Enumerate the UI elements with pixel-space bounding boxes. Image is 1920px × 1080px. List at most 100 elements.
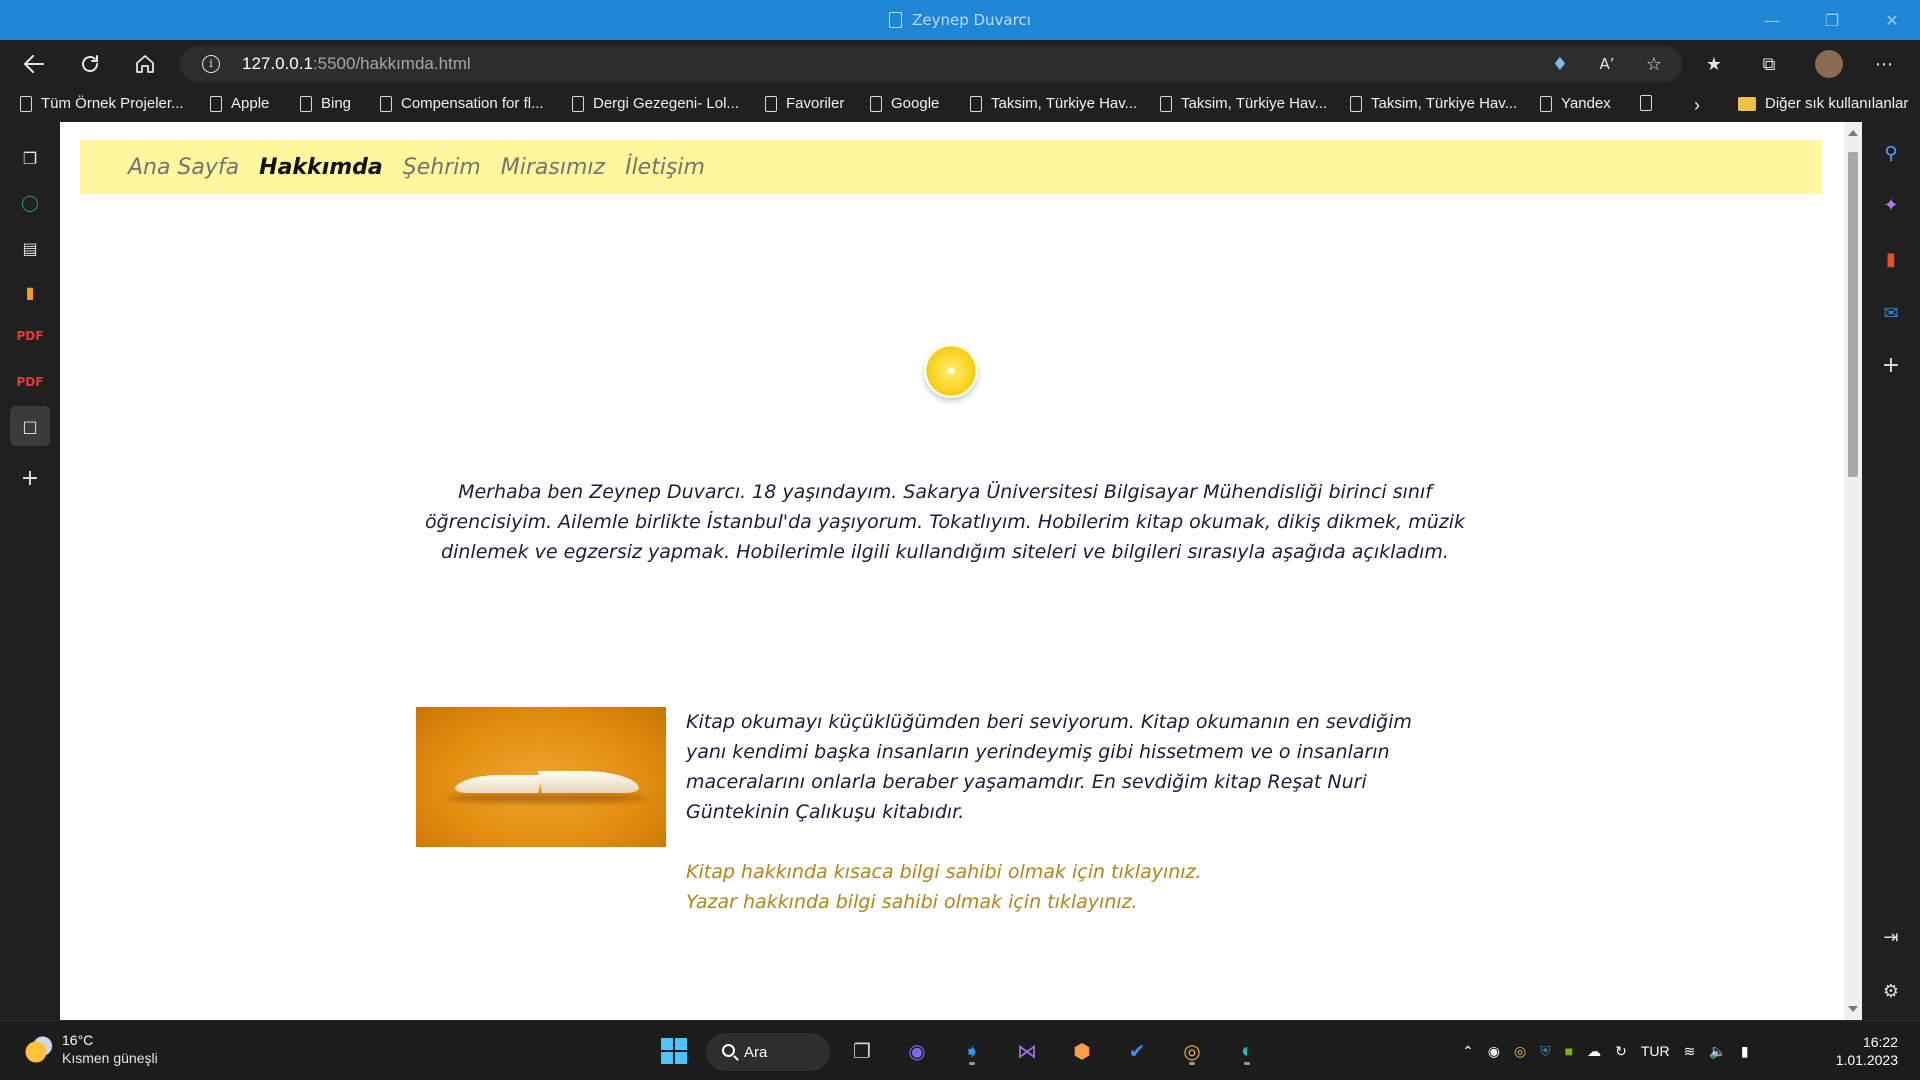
visual-studio-icon[interactable]: ⋈	[1009, 1033, 1045, 1069]
tab-actions-icon[interactable]: ❐	[10, 138, 50, 178]
bookmark-item[interactable]: Taksim, Türkiye Hav...	[1350, 95, 1517, 112]
bookmark-item[interactable]: Yandex	[1540, 95, 1611, 112]
battery-icon[interactable]: ▮	[1741, 1043, 1749, 1060]
refresh-button[interactable]	[70, 48, 110, 80]
nav-link-home[interactable]: Ana Sayfa	[128, 155, 239, 180]
page-icon	[765, 95, 777, 112]
edge-icon[interactable]: ◐	[1229, 1033, 1265, 1069]
chat-icon[interactable]: ◉	[899, 1033, 935, 1069]
search-icon	[722, 1044, 735, 1057]
page-icon	[572, 95, 584, 112]
weather-condition: Kısmen güneşli	[62, 1050, 158, 1066]
bookmark-item[interactable]: Apple	[210, 95, 269, 112]
search-icon[interactable]: ⚲	[1874, 136, 1908, 170]
site-info-icon[interactable]: i	[202, 55, 220, 73]
book-info-link[interactable]: Kitap hakkında kısaca bilgi sahibi olmak…	[686, 857, 1456, 887]
volume-icon[interactable]: 🔈	[1709, 1043, 1726, 1060]
close-button[interactable]: ✕	[1864, 0, 1920, 40]
tray-disc-icon[interactable]: ◎	[1514, 1043, 1526, 1060]
minimize-button[interactable]: —	[1744, 0, 1800, 40]
address-bar[interactable]: i 127.0.0.1:5500/hakkımda.html	[180, 46, 1682, 82]
collections-icon[interactable]: ⧉	[1755, 50, 1783, 78]
language-indicator[interactable]: TUR	[1641, 1043, 1670, 1059]
bookmark-item-untitled[interactable]	[1640, 95, 1652, 111]
task-view-icon[interactable]: ❐	[844, 1033, 880, 1069]
nav-link-about[interactable]: Hakkımda	[259, 155, 383, 180]
chrome-icon[interactable]: ◎	[1174, 1033, 1210, 1069]
tab-pdf-icon[interactable]: PDF	[10, 362, 50, 402]
tab-book-icon[interactable]: ▮	[10, 272, 50, 312]
loading-tab-icon[interactable]: ◯	[10, 182, 50, 222]
chevron-right-icon[interactable]: ›	[1694, 95, 1700, 116]
sync-icon[interactable]: ↻	[1615, 1043, 1627, 1060]
site-nav: Ana Sayfa Hakkımda Şehrim Mirasımız İlet…	[80, 140, 1822, 194]
bookmark-item[interactable]: Dergi Gezegeni- Lol...	[572, 95, 739, 112]
start-button[interactable]	[656, 1033, 692, 1069]
nvidia-icon[interactable]: ■	[1565, 1043, 1573, 1059]
outlook-icon[interactable]: ✉	[1874, 296, 1908, 330]
vscode-icon[interactable]: ➧	[954, 1033, 990, 1069]
folder-icon	[1738, 96, 1756, 111]
bookmark-item[interactable]: Tüm Örnek Projeler...	[20, 95, 184, 112]
sidebar-settings-icon[interactable]: ⚙	[1874, 974, 1908, 1008]
new-tab-plus-icon[interactable]: +	[10, 458, 50, 498]
window-title: Zeynep Duvarcı	[0, 11, 1920, 29]
url-text[interactable]: 127.0.0.1:5500/hakkımda.html	[242, 54, 471, 74]
bookmarks-bar: Tüm Örnek Projeler... Apple Bing Compens…	[0, 88, 1920, 122]
add-sidebar-app-icon[interactable]: +	[1874, 348, 1908, 382]
tray-app-icon[interactable]: ◉	[1488, 1043, 1500, 1060]
scroll-down-arrow-icon[interactable]	[1848, 1006, 1858, 1012]
weather-temperature: 16°C	[62, 1032, 94, 1048]
clock[interactable]: 16:22 1.01.2023	[1836, 1033, 1898, 1069]
page-icon	[300, 95, 312, 112]
home-icon	[136, 55, 154, 73]
read-aloud-icon[interactable]: A’	[1593, 50, 1621, 78]
page-icon	[1350, 95, 1362, 112]
bookmark-item[interactable]: Taksim, Türkiye Hav...	[1160, 95, 1327, 112]
vertical-scrollbar[interactable]	[1844, 122, 1862, 1020]
browser-toolbar: i 127.0.0.1:5500/hakkımda.html ♦ A’ ☆ ★ …	[0, 40, 1920, 88]
windows-taskbar: 16°C Kısmen güneşli Ara ❐ ◉ ➧ ⋈ ⬢ ✔ ◎ ◐ …	[0, 1020, 1920, 1080]
bookmark-item[interactable]: Compensation for fl...	[380, 95, 544, 112]
profile-avatar[interactable]	[1815, 50, 1843, 78]
restore-button[interactable]: ❐	[1804, 0, 1860, 40]
nav-link-heritage[interactable]: Mirasımız	[501, 155, 605, 180]
hide-sidebar-icon[interactable]: ⇥	[1874, 920, 1908, 954]
bookmark-item[interactable]: Taksim, Türkiye Hav...	[970, 95, 1137, 112]
vertical-tabs: ❐ ◯ ▤ ▮ PDF PDF □ +	[0, 122, 60, 1020]
nav-link-city[interactable]: Şehrim	[403, 155, 481, 180]
weather-widget[interactable]: 16°C Kısmen güneşli	[24, 1031, 158, 1067]
security-shield-icon[interactable]: ⛨	[1540, 1043, 1551, 1060]
bookmark-item[interactable]: Bing	[300, 95, 351, 112]
book-links: Kitap hakkında kısaca bilgi sahibi olmak…	[686, 857, 1456, 917]
author-info-link[interactable]: Yazar hakkında bilgi sahibi olmak için t…	[686, 887, 1456, 917]
chevron-up-icon[interactable]: ⌃	[1462, 1043, 1474, 1060]
scrollbar-thumb[interactable]	[1848, 152, 1858, 477]
home-button[interactable]	[125, 48, 165, 80]
book-description: Kitap okumayı küçüklüğümden beri seviyor…	[686, 711, 1412, 823]
bookmark-item[interactable]: Favoriler	[765, 95, 844, 112]
other-favorites[interactable]: Diğer sık kullanılanlar	[1738, 95, 1908, 112]
favorites-icon[interactable]: ★	[1700, 50, 1728, 78]
more-menu-icon[interactable]: ⋯	[1870, 50, 1898, 78]
todo-check-icon[interactable]: ✔	[1119, 1033, 1155, 1069]
add-favorite-icon[interactable]: ☆	[1640, 50, 1668, 78]
bookmark-item[interactable]: Google	[870, 95, 939, 112]
back-button[interactable]	[14, 48, 54, 80]
app-cube-icon[interactable]: ⬢	[1064, 1033, 1100, 1069]
scroll-up-arrow-icon[interactable]	[1848, 130, 1858, 136]
book-image	[416, 707, 666, 847]
shopping-tag-icon[interactable]: ♦	[1546, 50, 1574, 78]
onedrive-icon[interactable]: ☁	[1587, 1043, 1601, 1060]
tab-active-page-icon[interactable]: □	[10, 406, 50, 446]
edge-sidebar: ⚲ ✦ ▮ ✉ + ⇥ ⚙	[1862, 122, 1920, 1020]
tab-document-icon[interactable]: ▤	[10, 228, 50, 268]
lemon-image	[924, 344, 978, 398]
nav-link-contact[interactable]: İletişim	[625, 155, 705, 180]
taskbar-search[interactable]: Ara	[706, 1033, 830, 1071]
copilot-icon[interactable]: ✦	[1874, 188, 1908, 222]
system-tray: ⌃ ◉ ◎ ⛨ ■ ☁ ↻ TUR ≋ 🔈 ▮	[1462, 1021, 1749, 1080]
tab-pdf-icon[interactable]: PDF	[10, 316, 50, 356]
wifi-icon[interactable]: ≋	[1684, 1043, 1696, 1060]
office-icon[interactable]: ▮	[1874, 242, 1908, 276]
